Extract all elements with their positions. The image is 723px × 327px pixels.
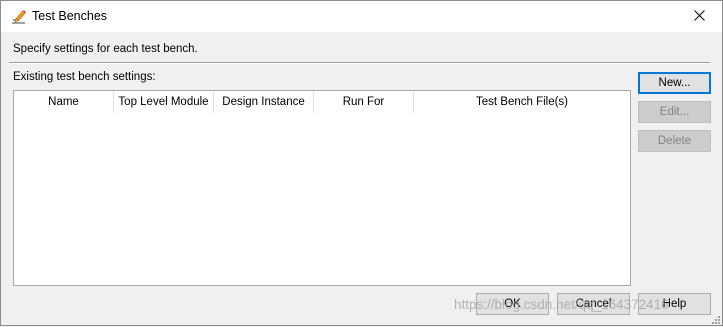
test-bench-table[interactable]: Name Top Level Module Design Instance Ru…	[13, 90, 631, 286]
edit-button[interactable]: Edit...	[638, 101, 711, 123]
pencil-icon	[10, 8, 27, 25]
close-icon	[693, 9, 705, 24]
cancel-button[interactable]: Cancel	[557, 293, 630, 315]
delete-button[interactable]: Delete	[638, 130, 711, 152]
separator	[9, 62, 710, 64]
help-button[interactable]: Help	[638, 293, 711, 315]
test-benches-dialog: Test Benches Specify settings for each t…	[0, 0, 723, 326]
column-header-test-bench-files[interactable]: Test Bench File(s)	[414, 91, 630, 113]
table-group-label: Existing test bench settings:	[13, 71, 156, 83]
column-header-name[interactable]: Name	[14, 91, 114, 113]
column-header-design-instance[interactable]: Design Instance	[214, 91, 314, 113]
instructions-text: Specify settings for each test bench.	[13, 43, 198, 55]
window-title: Test Benches	[32, 9, 108, 23]
ok-button[interactable]: OK	[476, 293, 549, 315]
table-header: Name Top Level Module Design Instance Ru…	[14, 91, 630, 113]
column-header-run-for[interactable]: Run For	[314, 91, 414, 113]
resize-grip-icon[interactable]	[710, 313, 720, 324]
column-header-top-level-module[interactable]: Top Level Module	[114, 91, 214, 113]
title-bar: Test Benches	[1, 1, 722, 32]
close-button[interactable]	[676, 1, 722, 32]
new-button[interactable]: New...	[638, 72, 711, 94]
